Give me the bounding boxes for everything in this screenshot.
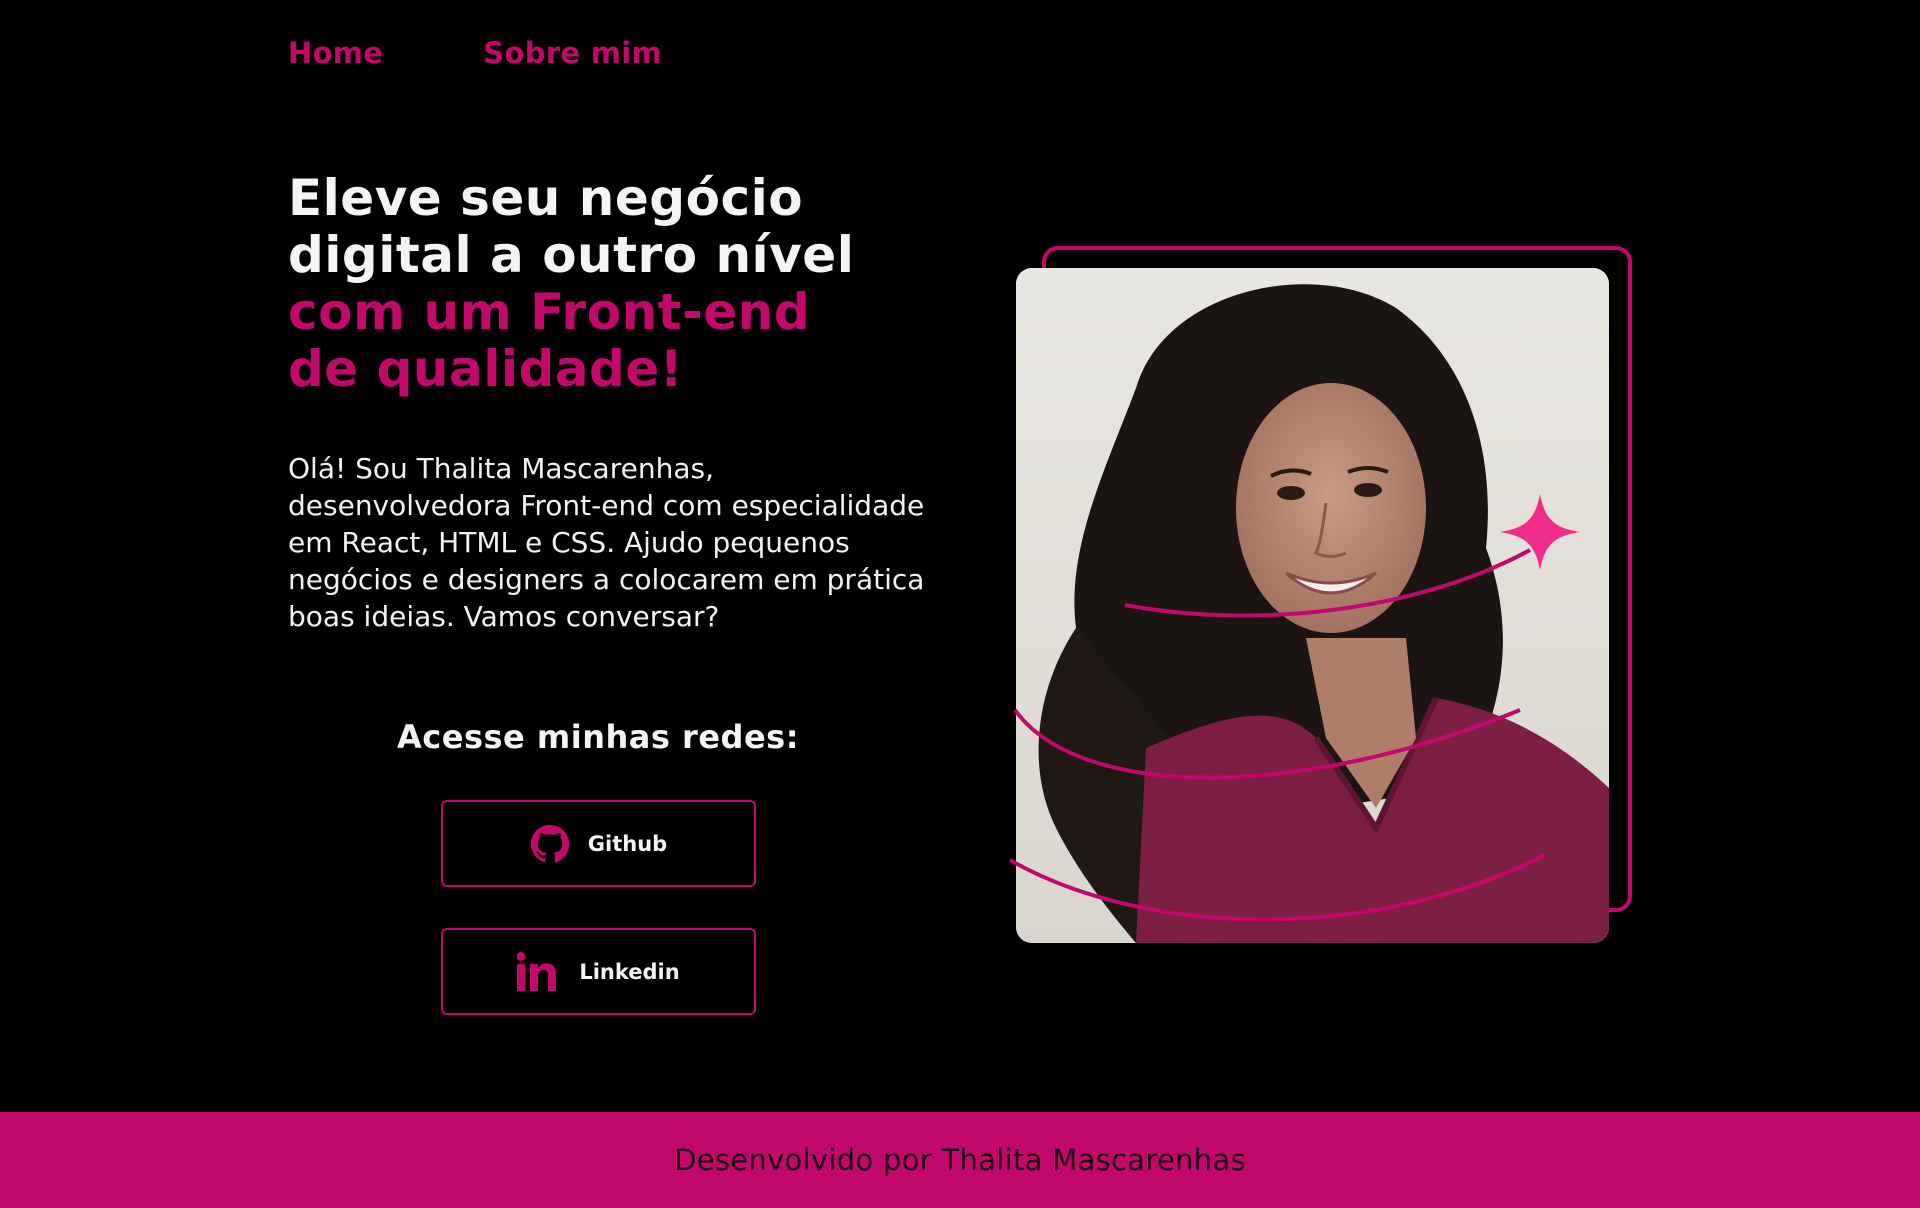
- footer-text: Desenvolvido por Thalita Mascarenhas: [674, 1143, 1246, 1177]
- linkedin-icon: [517, 951, 561, 992]
- page: Home Sobre mim Eleve seu negócio digital…: [0, 0, 1920, 1208]
- profile-photo: [1016, 268, 1609, 943]
- github-label: Github: [587, 831, 668, 856]
- hero-headline: Eleve seu negócio digital a outro nível …: [288, 170, 908, 398]
- headline-line-1: Eleve seu negócio: [288, 169, 804, 227]
- github-button[interactable]: Github: [441, 800, 756, 887]
- linkedin-label: Linkedin: [579, 959, 680, 984]
- nav-link-sobre-mim[interactable]: Sobre mim: [483, 36, 662, 70]
- top-nav: Home Sobre mim: [288, 36, 662, 70]
- headline-line-4: de qualidade!: [288, 340, 684, 398]
- linkedin-button[interactable]: Linkedin: [441, 928, 756, 1015]
- headline-line-2: digital a outro nível: [288, 226, 855, 284]
- nav-link-home[interactable]: Home: [288, 36, 383, 70]
- github-icon: [530, 824, 570, 864]
- social-title: Acesse minhas redes:: [397, 718, 799, 756]
- footer: Desenvolvido por Thalita Mascarenhas: [0, 1112, 1920, 1208]
- headline-line-3: com um Front-end: [288, 283, 811, 341]
- intro-paragraph: Olá! Sou Thalita Mascarenhas, desenvolve…: [288, 452, 925, 633]
